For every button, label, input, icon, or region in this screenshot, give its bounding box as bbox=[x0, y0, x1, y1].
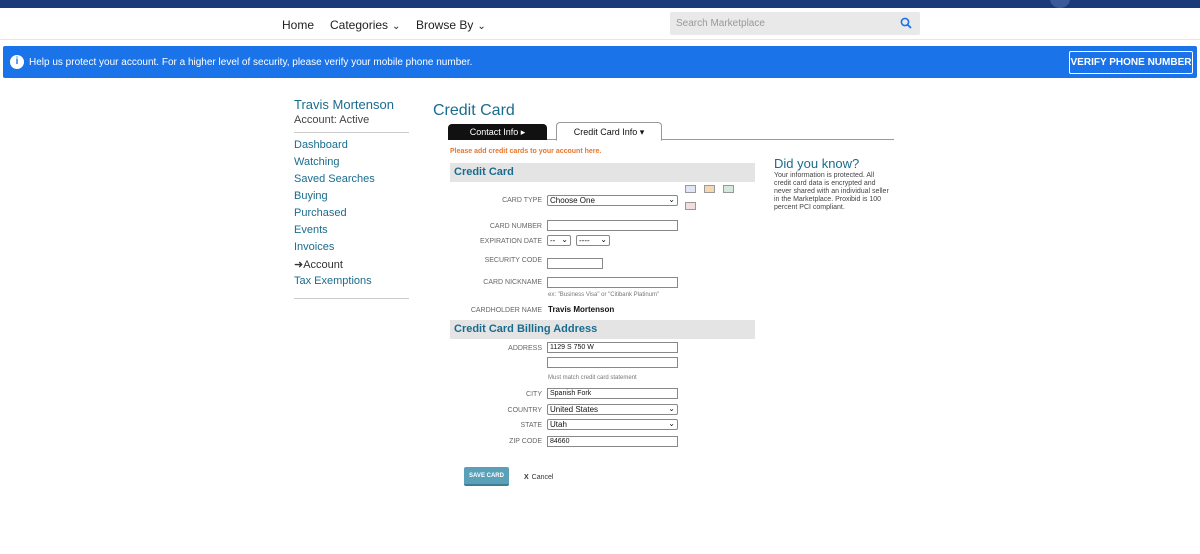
address-label: ADDRESS bbox=[508, 345, 542, 352]
card-nickname-field[interactable] bbox=[547, 277, 678, 288]
search-input[interactable]: Search Marketplace bbox=[670, 12, 920, 35]
sidebar-item-purchased[interactable]: Purchased bbox=[294, 207, 409, 224]
account-status: Account: Active bbox=[294, 114, 370, 126]
chevron-down-icon: ⌄ bbox=[477, 21, 486, 32]
city-label: CITY bbox=[526, 391, 542, 398]
chevron-down-icon: ⌄ bbox=[668, 419, 675, 428]
security-code-label: SECURITY CODE bbox=[484, 257, 542, 264]
tab-contact-info[interactable]: Contact Info ▸ bbox=[448, 124, 547, 140]
sidebar-item-dashboard[interactable]: Dashboard bbox=[294, 139, 409, 156]
exp-month-value: -- bbox=[550, 236, 556, 245]
card-nickname-label: CARD NICKNAME bbox=[483, 279, 542, 286]
visa-card-icon bbox=[685, 185, 696, 193]
divider bbox=[294, 298, 409, 299]
cancel-link[interactable]: X Cancel bbox=[524, 474, 553, 481]
sidebar-item-account[interactable]: ➜Account bbox=[294, 258, 409, 275]
state-label: STATE bbox=[520, 422, 542, 429]
exp-year-select[interactable]: ---- ⌄ bbox=[576, 235, 610, 246]
tab-credit-card-info-label: Credit Card Info bbox=[573, 127, 638, 137]
billing-section-header: Credit Card Billing Address bbox=[450, 320, 755, 339]
user-name: Travis Mortenson bbox=[294, 97, 394, 112]
cardholder-name-value: Travis Mortenson bbox=[548, 305, 615, 314]
nav-categories[interactable]: Categories ⌄ bbox=[330, 18, 400, 32]
sidebar-item-invoices[interactable]: Invoices bbox=[294, 241, 409, 258]
sidebar-item-saved-searches[interactable]: Saved Searches bbox=[294, 173, 409, 190]
amex-card-icon bbox=[685, 202, 696, 210]
chevron-down-icon: ⌄ bbox=[668, 404, 675, 413]
banner-message: Help us protect your account. For a high… bbox=[29, 57, 473, 68]
sidebar-item-account-label: Account bbox=[303, 259, 343, 271]
card-number-label: CARD NUMBER bbox=[489, 223, 542, 230]
chevron-down-icon: ⌄ bbox=[600, 235, 607, 244]
country-label: COUNTRY bbox=[507, 407, 542, 414]
tab-bar: Contact Info ▸ Credit Card Info ▾ bbox=[448, 122, 894, 141]
chevron-down-icon: ⌄ bbox=[668, 195, 675, 204]
discover-card-icon bbox=[723, 185, 734, 193]
divider bbox=[294, 132, 409, 133]
did-you-know-text: Your information is protected. All credi… bbox=[774, 172, 889, 211]
exp-year-value: ---- bbox=[579, 236, 590, 245]
nav-home[interactable]: Home bbox=[282, 18, 314, 32]
state-value: Utah bbox=[550, 420, 567, 429]
address-hint: Must match credit card statement bbox=[548, 375, 637, 381]
arrow-right-icon: ➜ bbox=[294, 259, 304, 271]
search-placeholder: Search Marketplace bbox=[676, 18, 765, 29]
info-icon: i bbox=[10, 55, 24, 69]
verify-phone-button[interactable]: VERIFY PHONE NUMBER bbox=[1069, 51, 1193, 74]
address-line2-field[interactable] bbox=[547, 357, 678, 368]
tab-credit-card-info[interactable]: Credit Card Info ▾ bbox=[556, 122, 662, 141]
address-line1-field[interactable]: 1129 S 750 W bbox=[547, 342, 678, 353]
card-type-label: CARD TYPE bbox=[502, 197, 542, 204]
card-type-value: Choose One bbox=[550, 196, 595, 205]
expiration-date-label: EXPIRATION DATE bbox=[480, 238, 542, 245]
sidebar-item-tax-exemptions[interactable]: Tax Exemptions bbox=[294, 275, 409, 292]
did-you-know-panel: Did you know? Your information is protec… bbox=[774, 156, 889, 212]
zip-code-field[interactable]: 84660 bbox=[547, 436, 678, 447]
sidebar-item-buying[interactable]: Buying bbox=[294, 190, 409, 207]
card-nickname-hint: ex: "Business Visa" or "Citibank Platinu… bbox=[548, 292, 660, 298]
search-icon[interactable] bbox=[900, 17, 912, 29]
save-card-button[interactable]: SAVE CARD bbox=[464, 467, 509, 486]
top-strip bbox=[0, 0, 1200, 8]
caret-down-icon: ▾ bbox=[639, 127, 645, 137]
top-nav: Home Categories ⌄ Browse By ⌄ Search Marke… bbox=[0, 8, 1200, 40]
nav-browse-by[interactable]: Browse By ⌄ bbox=[416, 18, 486, 32]
did-you-know-heading: Did you know? bbox=[774, 156, 860, 171]
tab-contact-info-label: Contact Info bbox=[469, 127, 519, 137]
add-card-message: Please add credit cards to your account … bbox=[450, 148, 602, 155]
sidebar-item-events[interactable]: Events bbox=[294, 224, 409, 241]
account-sidebar: Travis Mortenson Account: Active Dashboa… bbox=[294, 97, 409, 305]
state-select[interactable]: Utah ⌄ bbox=[547, 419, 678, 430]
caret-right-icon: ▸ bbox=[520, 127, 526, 137]
chevron-down-icon: ⌄ bbox=[561, 235, 568, 244]
cardholder-name-label: CARDHOLDER NAME bbox=[470, 307, 542, 314]
nav-browse-by-label: Browse By bbox=[416, 18, 474, 32]
page-title: Credit Card bbox=[433, 102, 515, 119]
profile-avatar[interactable] bbox=[1050, 0, 1070, 8]
mastercard-icon bbox=[704, 185, 715, 193]
zip-code-label: ZIP CODE bbox=[509, 438, 542, 445]
card-number-field[interactable] bbox=[547, 220, 678, 231]
country-select[interactable]: United States ⌄ bbox=[547, 404, 678, 415]
city-field[interactable]: Spanish Fork bbox=[547, 388, 678, 399]
nav-categories-label: Categories bbox=[330, 18, 389, 32]
cancel-label: Cancel bbox=[531, 474, 554, 481]
chevron-down-icon: ⌄ bbox=[392, 21, 401, 32]
security-banner: i Help us protect your account. For a hi… bbox=[3, 46, 1197, 78]
credit-card-section-header: Credit Card bbox=[450, 163, 755, 182]
country-value: United States bbox=[550, 405, 599, 414]
card-type-select[interactable]: Choose One ⌄ bbox=[547, 195, 678, 206]
sidebar-item-watching[interactable]: Watching bbox=[294, 156, 409, 173]
exp-month-select[interactable]: -- ⌄ bbox=[547, 235, 571, 246]
close-icon: X bbox=[524, 474, 529, 481]
security-code-field[interactable] bbox=[547, 258, 603, 269]
